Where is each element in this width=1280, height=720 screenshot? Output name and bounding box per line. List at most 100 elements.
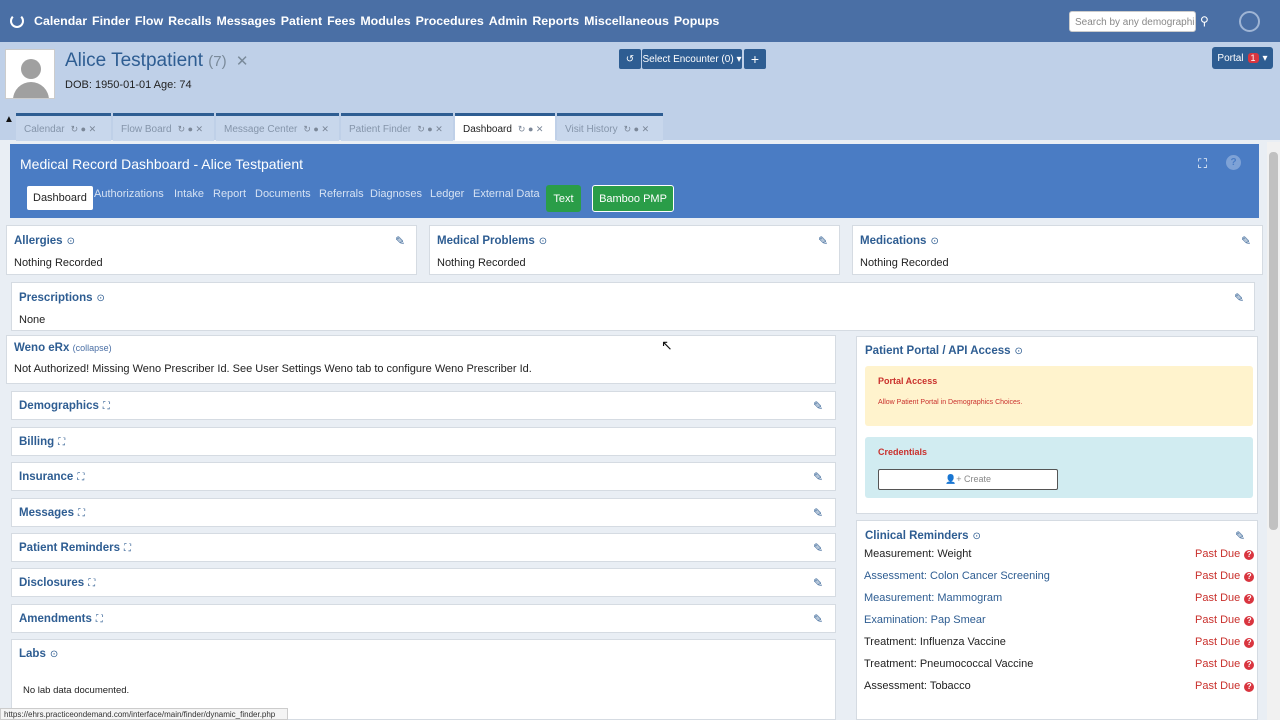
- billing-card[interactable]: Billing ⛶: [11, 427, 836, 456]
- patient-id: (7): [208, 53, 227, 70]
- nav-referrals[interactable]: Referrals: [319, 188, 364, 200]
- edit-pencil-icon[interactable]: ✎: [813, 612, 823, 626]
- menu-flow[interactable]: Flow: [135, 14, 163, 28]
- edit-pencil-icon[interactable]: ✎: [1235, 529, 1245, 543]
- collapse-header-icon[interactable]: ▲: [4, 114, 14, 125]
- page-scrollbar[interactable]: [1267, 142, 1280, 720]
- demographics-card[interactable]: Demographics ⛶ ✎: [11, 391, 836, 420]
- menu-modules[interactable]: Modules: [360, 14, 410, 28]
- edit-pencil-icon[interactable]: ✎: [813, 576, 823, 590]
- question-icon[interactable]: ?: [1244, 572, 1255, 582]
- patient-reminders-card[interactable]: Patient Reminders ⛶ ✎: [11, 533, 836, 562]
- portal-badge: 1: [1247, 53, 1259, 63]
- menu-procedures[interactable]: Procedures: [416, 14, 484, 28]
- collapse-icon[interactable]: ⊙: [67, 236, 75, 247]
- edit-pencil-icon[interactable]: ✎: [813, 506, 823, 520]
- nav-documents[interactable]: Documents: [255, 188, 311, 200]
- amendments-card[interactable]: Amendments ⛶ ✎: [11, 604, 836, 633]
- search-icon[interactable]: ⚲: [1200, 14, 1209, 28]
- menu-popups[interactable]: Popups: [674, 14, 719, 28]
- tab-flow-board[interactable]: Flow Board ↻ ● ✕: [113, 113, 214, 141]
- collapse-icon[interactable]: ⊙: [539, 236, 547, 247]
- medical-problems-title: Medical Problems ⊙: [437, 235, 548, 247]
- question-icon[interactable]: ?: [1244, 550, 1255, 560]
- disclosures-card[interactable]: Disclosures ⛶ ✎: [11, 568, 836, 597]
- reminder-mammogram[interactable]: Measurement: Mammogram: [864, 592, 1002, 604]
- labs-text: No lab data documented.: [23, 685, 130, 696]
- collapse-icon[interactable]: ⊙: [97, 293, 105, 304]
- menu-patient[interactable]: Patient: [281, 14, 322, 28]
- menu-recalls[interactable]: Recalls: [168, 14, 211, 28]
- tab-patient-finder[interactable]: Patient Finder ↻ ● ✕: [341, 113, 453, 141]
- app-logo-icon[interactable]: [10, 14, 24, 28]
- bamboo-pmp-button[interactable]: Bamboo PMP: [592, 185, 674, 212]
- create-credentials-button[interactable]: 👤+ Create: [878, 469, 1058, 490]
- expand-icon[interactable]: ⛶: [1198, 156, 1207, 172]
- collapse-icon[interactable]: ⊙: [973, 531, 981, 542]
- nav-diagnoses[interactable]: Diagnoses: [370, 188, 422, 200]
- question-icon[interactable]: ?: [1244, 594, 1255, 604]
- select-encounter-button[interactable]: Select Encounter (0) ▾: [642, 49, 742, 69]
- expand-icon[interactable]: ⛶: [88, 578, 95, 589]
- nav-dashboard[interactable]: Dashboard: [27, 186, 93, 210]
- nav-intake[interactable]: Intake: [174, 188, 204, 200]
- portal-button[interactable]: Portal 1 ▾: [1212, 47, 1273, 69]
- tab-visit-history[interactable]: Visit History ↻ ● ✕: [557, 113, 663, 141]
- menu-fees[interactable]: Fees: [327, 14, 355, 28]
- nav-report[interactable]: Report: [213, 188, 246, 200]
- tab-message-center[interactable]: Message Center ↻ ● ✕: [216, 113, 339, 141]
- collapse-icon[interactable]: ⊙: [930, 236, 938, 247]
- nav-authorizations[interactable]: Authorizations: [94, 188, 164, 200]
- messages-card[interactable]: Messages ⛶ ✎: [11, 498, 836, 527]
- menu-calendar[interactable]: Calendar: [34, 14, 87, 28]
- reminder-colon-screening[interactable]: Assessment: Colon Cancer Screening: [864, 570, 1050, 582]
- expand-icon[interactable]: ⛶: [77, 472, 84, 483]
- prescriptions-text: None: [19, 314, 46, 326]
- question-icon[interactable]: ?: [1244, 682, 1255, 692]
- portal-access-text: Allow Patient Portal in Demographics Cho…: [878, 399, 1023, 406]
- menu-messages[interactable]: Messages: [217, 14, 276, 28]
- medications-text: Nothing Recorded: [860, 257, 949, 269]
- nav-ledger[interactable]: Ledger: [430, 188, 464, 200]
- text-button[interactable]: Text: [546, 185, 581, 212]
- edit-pencil-icon[interactable]: ✎: [1241, 234, 1251, 248]
- expand-icon[interactable]: ⛶: [103, 401, 110, 412]
- nav-external-data[interactable]: External Data: [473, 188, 540, 200]
- search-input[interactable]: Search by any demographics: [1069, 11, 1196, 32]
- expand-icon[interactable]: ⛶: [78, 508, 85, 519]
- edit-pencil-icon[interactable]: ✎: [1234, 291, 1244, 305]
- question-icon[interactable]: ?: [1244, 616, 1255, 626]
- edit-pencil-icon[interactable]: ✎: [818, 234, 828, 248]
- user-avatar-icon[interactable]: [1239, 11, 1260, 32]
- menu-reports[interactable]: Reports: [532, 14, 579, 28]
- encounter-history-icon[interactable]: ↺: [619, 49, 641, 69]
- close-patient-icon[interactable]: ✕: [236, 53, 249, 70]
- menu-admin[interactable]: Admin: [489, 14, 528, 28]
- edit-pencil-icon[interactable]: ✎: [813, 541, 823, 555]
- disclosures-title: Disclosures: [19, 577, 85, 589]
- reminder-pap-smear[interactable]: Examination: Pap Smear: [864, 614, 986, 626]
- status-badge: Past Due?: [1195, 658, 1255, 670]
- collapse-icon[interactable]: ⊙: [50, 649, 58, 660]
- prescriptions-title: Prescriptions ⊙: [19, 292, 105, 304]
- help-icon[interactable]: ?: [1226, 155, 1241, 170]
- collapse-icon[interactable]: ⊙: [1015, 346, 1023, 357]
- tab-dashboard[interactable]: Dashboard ↻ ● ✕: [455, 113, 555, 141]
- tab-calendar[interactable]: Calendar ↻ ● ✕: [16, 113, 111, 141]
- question-icon[interactable]: ?: [1244, 660, 1255, 670]
- question-icon[interactable]: ?: [1244, 638, 1255, 648]
- menu-finder[interactable]: Finder: [92, 14, 130, 28]
- insurance-card[interactable]: Insurance ⛶ ✎: [11, 462, 836, 491]
- weno-title: Weno eRx (collapse): [14, 342, 112, 354]
- weno-collapse-link[interactable]: (collapse): [73, 343, 112, 353]
- new-encounter-button[interactable]: +: [744, 49, 766, 69]
- expand-icon[interactable]: ⛶: [96, 614, 103, 625]
- status-badge: Past Due?: [1195, 592, 1255, 604]
- edit-pencil-icon[interactable]: ✎: [813, 399, 823, 413]
- expand-icon[interactable]: ⛶: [58, 437, 65, 448]
- expand-icon[interactable]: ⛶: [124, 543, 131, 554]
- menu-miscellaneous[interactable]: Miscellaneous: [584, 14, 669, 28]
- edit-pencil-icon[interactable]: ✎: [395, 234, 405, 248]
- insurance-title: Insurance: [19, 471, 74, 483]
- edit-pencil-icon[interactable]: ✎: [813, 470, 823, 484]
